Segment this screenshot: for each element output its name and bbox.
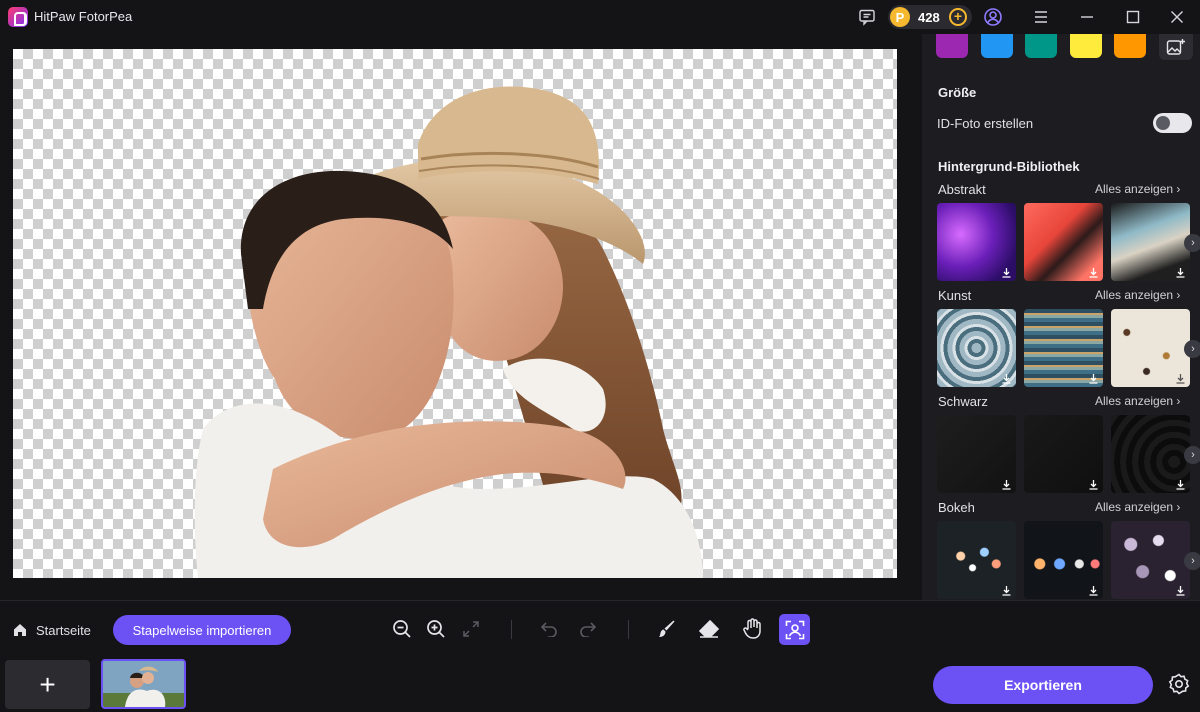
id-photo-label: ID-Foto erstellen	[937, 116, 1034, 131]
download-icon	[1176, 374, 1185, 384]
coin-icon: P	[890, 7, 910, 27]
download-icon	[1002, 374, 1011, 384]
background-panel: Größe ID-Foto erstellen Hintergrund-Bibl…	[922, 34, 1200, 600]
download-icon	[1176, 268, 1185, 278]
toolbar-divider	[628, 620, 629, 639]
feedback-icon[interactable]	[856, 6, 878, 28]
download-icon	[1089, 268, 1098, 278]
hand-icon[interactable]	[740, 617, 764, 641]
toolbar-divider	[511, 620, 512, 639]
bg-thumb[interactable]	[1024, 415, 1103, 493]
add-credits-icon[interactable]: +	[949, 8, 967, 26]
bg-thumb[interactable]	[1024, 521, 1103, 599]
add-image-icon[interactable]	[1159, 34, 1193, 60]
close-icon[interactable]	[1166, 6, 1188, 28]
app-title: HitPaw FotorPea	[34, 9, 133, 24]
download-icon	[1002, 586, 1011, 596]
bg-thumb[interactable]	[937, 309, 1016, 387]
download-icon	[1089, 374, 1098, 384]
home-button[interactable]: Startseite	[12, 622, 91, 638]
see-all-bokeh[interactable]: Alles anzeigen ›	[1095, 500, 1180, 514]
chevron-right-icon[interactable]: ›	[1184, 552, 1200, 570]
home-label: Startseite	[36, 622, 91, 638]
library-title: Hintergrund-Bibliothek	[938, 159, 1080, 174]
home-icon	[14, 624, 26, 636]
image-canvas[interactable]	[13, 49, 897, 578]
add-file-button[interactable]: +	[5, 660, 90, 709]
bg-thumb[interactable]	[937, 521, 1016, 599]
eraser-icon[interactable]	[697, 617, 721, 641]
undo-icon[interactable]	[537, 617, 561, 641]
portrait-icon	[785, 620, 804, 639]
toggle-knob	[1156, 116, 1170, 130]
canvas-area	[0, 34, 922, 600]
export-button[interactable]: Exportieren	[933, 666, 1153, 704]
color-swatch-yellow[interactable]	[1070, 34, 1102, 58]
size-section-title: Größe	[938, 85, 977, 100]
category-label-schwarz: Schwarz	[938, 394, 988, 409]
account-icon[interactable]	[982, 6, 1004, 28]
redo-icon[interactable]	[576, 617, 600, 641]
bg-thumb[interactable]	[937, 415, 1016, 493]
chevron-right-icon[interactable]: ›	[1184, 446, 1200, 464]
bg-thumb[interactable]	[1024, 203, 1103, 281]
credits-pill[interactable]: P 428 +	[888, 5, 972, 29]
zoom-in-icon[interactable]	[424, 617, 448, 641]
see-all-abstrakt[interactable]: Alles anzeigen ›	[1095, 182, 1180, 196]
menu-icon[interactable]	[1030, 6, 1052, 28]
title-bar: HitPaw FotorPea P 428 +	[0, 0, 1200, 34]
download-icon	[1176, 480, 1185, 490]
thumbnail-photo	[103, 661, 184, 707]
minimize-icon[interactable]	[1076, 6, 1098, 28]
bg-thumb[interactable]	[1111, 203, 1190, 281]
chevron-right-icon[interactable]: ›	[1184, 340, 1200, 358]
category-label-abstrakt: Abstrakt	[938, 182, 986, 197]
settings-icon[interactable]	[1167, 672, 1191, 696]
batch-import-button[interactable]: Stapelweise importieren	[113, 615, 291, 645]
download-icon	[1089, 586, 1098, 596]
id-photo-toggle[interactable]	[1153, 113, 1192, 133]
color-swatch-purple[interactable]	[936, 34, 968, 58]
category-label-bokeh: Bokeh	[938, 500, 975, 515]
portrait-select-tool[interactable]	[779, 614, 810, 645]
bg-thumb[interactable]	[1111, 521, 1190, 599]
color-swatch-orange[interactable]	[1114, 34, 1146, 58]
download-icon	[1089, 480, 1098, 490]
see-all-kunst[interactable]: Alles anzeigen ›	[1095, 288, 1180, 302]
brush-icon[interactable]	[654, 617, 678, 641]
bg-thumb[interactable]	[1024, 309, 1103, 387]
color-swatch-blue[interactable]	[981, 34, 1013, 58]
bg-thumb[interactable]	[1111, 415, 1190, 493]
bg-thumb[interactable]	[1111, 309, 1190, 387]
category-label-kunst: Kunst	[938, 288, 972, 303]
file-thumbnail[interactable]	[101, 659, 186, 709]
download-icon	[1176, 586, 1185, 596]
maximize-icon[interactable]	[1122, 6, 1144, 28]
fit-screen-icon[interactable]	[459, 617, 483, 641]
color-swatch-teal[interactable]	[1025, 34, 1057, 58]
bottom-toolbar: Startseite Stapelweise importieren	[0, 600, 1200, 656]
download-icon	[1002, 480, 1011, 490]
credits-count: 428	[918, 10, 940, 25]
see-all-schwarz[interactable]: Alles anzeigen ›	[1095, 394, 1180, 408]
app-logo	[8, 7, 28, 27]
chevron-right-icon[interactable]: ›	[1184, 234, 1200, 252]
bg-thumb[interactable]	[937, 203, 1016, 281]
download-icon	[1002, 268, 1011, 278]
zoom-out-icon[interactable]	[390, 617, 414, 641]
cutout-photo	[194, 86, 703, 578]
footer: + Exportieren	[0, 656, 1200, 712]
